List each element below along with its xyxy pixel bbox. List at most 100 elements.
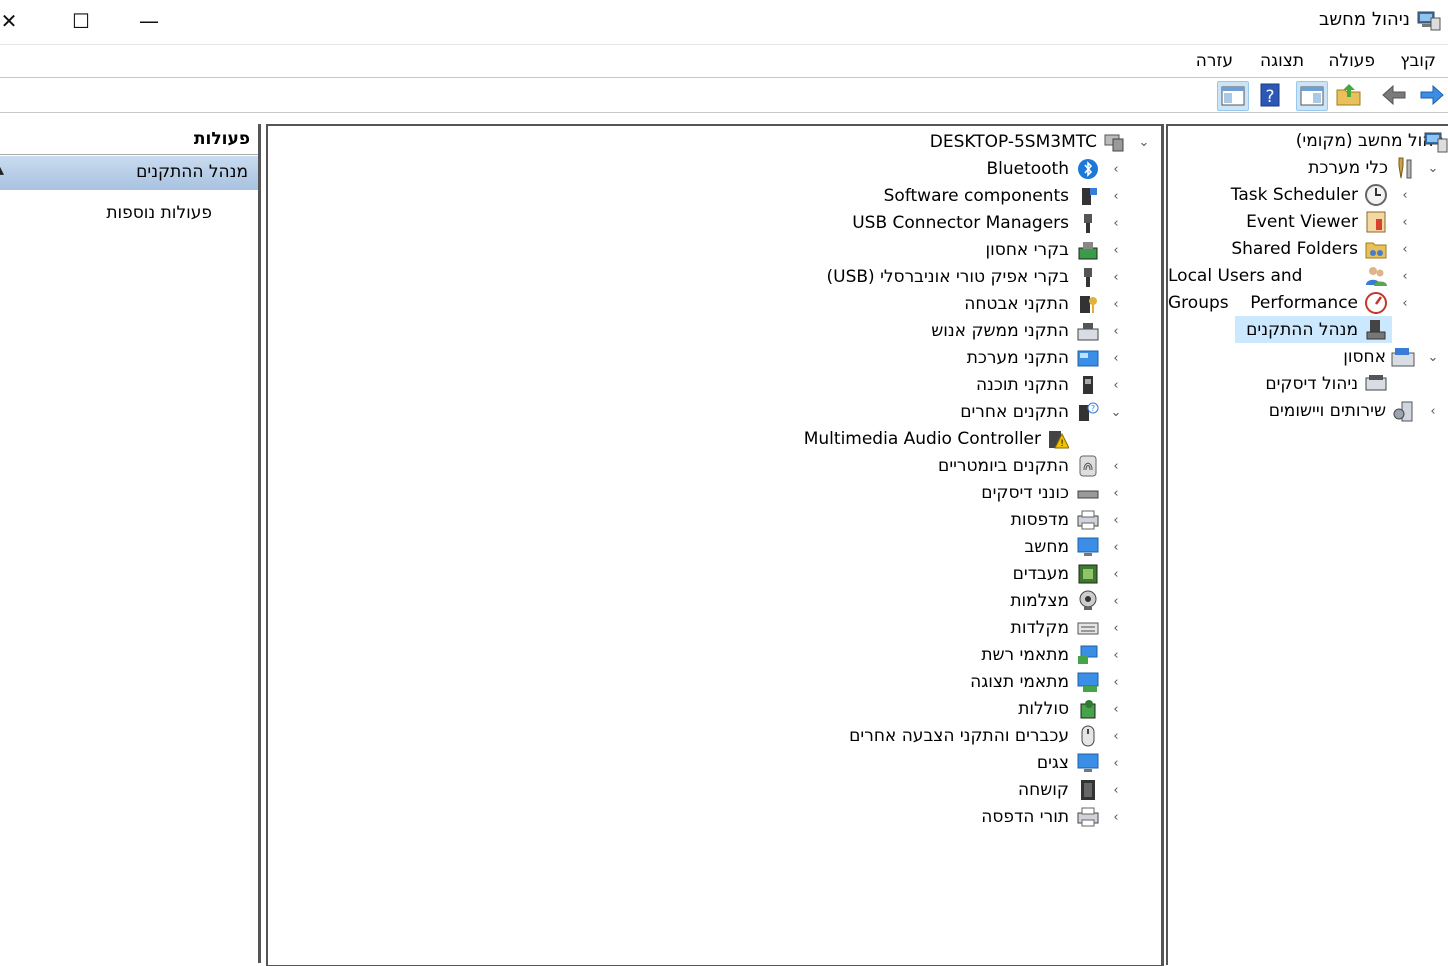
close-button[interactable]: ✕	[0, 0, 32, 44]
device-category-label[interactable]: USB Connector Managers	[852, 210, 1069, 237]
chevron-right-icon[interactable]: ‹	[1398, 182, 1412, 209]
show-hide-action-pane-icon[interactable]	[1217, 81, 1249, 111]
tree-shared-folders[interactable]: Shared Folders	[1231, 236, 1358, 263]
device-category-label[interactable]: בקרי אחסון	[986, 237, 1069, 264]
collapse-arrow-icon[interactable]: ▴	[0, 160, 4, 179]
chevron-right-icon[interactable]: ‹	[1398, 236, 1412, 263]
chevron-right-icon[interactable]: ‹	[1109, 237, 1123, 264]
chevron-right-icon[interactable]: ‹	[1109, 615, 1123, 642]
chevron-right-icon[interactable]: ‹	[1109, 669, 1123, 696]
chevron-right-icon[interactable]: ‹	[1109, 291, 1123, 318]
device-category-label[interactable]: מדפסות	[1011, 507, 1069, 534]
navigation-tree: ניהול מחשב (מקומי) ⌄ כלי מערכת ‹ Task Sc…	[1166, 124, 1448, 965]
tree-device-manager[interactable]: מנהל ההתקנים	[1246, 317, 1358, 344]
maximize-button[interactable]: ☐	[58, 0, 104, 44]
disk-management-icon	[1365, 375, 1387, 391]
device-category-label[interactable]: עכברים והתקני הצבעה אחרים	[849, 723, 1069, 750]
toolbar: ?	[0, 78, 1448, 113]
chevron-right-icon[interactable]: ‹	[1109, 642, 1123, 669]
device-category-label[interactable]: Bluetooth	[986, 156, 1069, 183]
chevron-down-icon[interactable]: ⌄	[1137, 129, 1151, 156]
tree-event-viewer[interactable]: Event Viewer	[1246, 209, 1358, 236]
show-hide-tree-icon[interactable]	[1296, 81, 1328, 111]
chevron-right-icon[interactable]: ‹	[1109, 210, 1123, 237]
tree-system-tools[interactable]: כלי מערכת	[1308, 155, 1388, 182]
device-category-label[interactable]: בקרי אפיק טורי אוניברסלי (USB)	[826, 264, 1069, 291]
forward-arrow-icon[interactable]	[1416, 81, 1446, 109]
print-queue-icon	[1077, 806, 1099, 828]
svg-text:!: !	[1060, 439, 1064, 449]
users-icon	[1366, 267, 1387, 286]
chevron-right-icon[interactable]: ‹	[1426, 398, 1440, 425]
chevron-right-icon[interactable]: ‹	[1109, 372, 1123, 399]
chevron-down-icon[interactable]: ⌄	[1109, 399, 1123, 426]
chevron-right-icon[interactable]: ‹	[1109, 480, 1123, 507]
chevron-right-icon[interactable]: ‹	[1109, 156, 1123, 183]
device-tree-root[interactable]: DESKTOP-5SM3MTC	[930, 129, 1097, 156]
chevron-down-icon[interactable]: ⌄	[1426, 344, 1440, 371]
firmware-icon	[1077, 779, 1099, 801]
menu-help[interactable]: עזרה	[1196, 51, 1233, 71]
device-category-label[interactable]: מתאמי תצוגה	[970, 669, 1069, 696]
device-category-label[interactable]: צגים	[1037, 750, 1069, 777]
chevron-right-icon[interactable]: ‹	[1109, 453, 1123, 480]
device-category-label[interactable]: התקני ממשק אנוש	[931, 318, 1069, 345]
back-arrow-icon[interactable]	[1380, 81, 1410, 109]
device-category-label[interactable]: סוללות	[1018, 696, 1069, 723]
tree-task-scheduler[interactable]: Task Scheduler	[1231, 182, 1358, 209]
tree-storage[interactable]: אחסון	[1343, 344, 1386, 371]
menu-view[interactable]: תצוגה	[1260, 51, 1304, 71]
chevron-right-icon[interactable]: ‹	[1109, 723, 1123, 750]
usb-connector-icon	[1077, 212, 1099, 234]
bluetooth-icon	[1077, 158, 1099, 180]
device-category-label[interactable]: תורי הדפסה	[981, 804, 1069, 831]
help-icon[interactable]: ?	[1255, 81, 1285, 109]
device-category-label[interactable]: כונני דיסקים	[981, 480, 1069, 507]
tree-disk-management[interactable]: ניהול דיסקים	[1265, 371, 1358, 398]
device-category-label[interactable]: התקנים ביומטריים	[938, 453, 1069, 480]
tree-services[interactable]: שירותים ויישומים	[1269, 398, 1386, 425]
menu-bar: קובץ פעולה תצוגה עזרה	[0, 45, 1448, 78]
storage-controller-icon	[1077, 239, 1099, 261]
tree-performance[interactable]: Performance	[1250, 290, 1358, 317]
actions-section-device-manager[interactable]: מנהל ההתקנים ▴	[0, 156, 258, 190]
minimize-button[interactable]: —	[126, 0, 172, 44]
storage-icon	[1391, 348, 1415, 367]
device-category-label[interactable]: התקני אבטחה	[964, 291, 1069, 318]
monitor-icon	[1077, 752, 1099, 774]
chevron-down-icon[interactable]: ⌄	[1426, 155, 1440, 182]
device-category-label[interactable]: התקני תוכנה	[976, 372, 1069, 399]
tree-root[interactable]: ניהול מחשב (מקומי)	[1296, 128, 1444, 155]
chevron-right-icon[interactable]: ‹	[1109, 696, 1123, 723]
chevron-right-icon[interactable]: ‹	[1109, 264, 1123, 291]
chevron-right-icon[interactable]: ‹	[1109, 777, 1123, 804]
chevron-right-icon[interactable]: ‹	[1109, 507, 1123, 534]
device-category-label[interactable]: התקני מערכת	[967, 345, 1069, 372]
device-category-label[interactable]: מקלדות	[1011, 615, 1069, 642]
device-category-label[interactable]: Software components	[884, 183, 1069, 210]
chevron-right-icon[interactable]: ‹	[1109, 750, 1123, 777]
device-category-label[interactable]: מצלמות	[1010, 588, 1069, 615]
menu-action[interactable]: פעולה	[1328, 51, 1375, 71]
device-category-label[interactable]: קושחה	[1018, 777, 1069, 804]
chevron-right-icon[interactable]: ‹	[1109, 534, 1123, 561]
chevron-right-icon[interactable]: ‹	[1109, 345, 1123, 372]
device-category-label[interactable]: מעבדים	[1013, 561, 1069, 588]
chevron-right-icon[interactable]: ‹	[1398, 209, 1412, 236]
chevron-right-icon[interactable]: ‹	[1398, 290, 1412, 317]
chevron-right-icon[interactable]: ‹	[1109, 183, 1123, 210]
device-category-label[interactable]: מתאמי רשת	[981, 642, 1069, 669]
chevron-right-icon[interactable]: ‹	[1398, 263, 1412, 290]
more-actions-link[interactable]: פעולות נוספות	[106, 203, 212, 223]
chevron-right-icon[interactable]: ‹	[1109, 561, 1123, 588]
tree-root-label: ניהול מחשב (מקומי)	[1295, 131, 1444, 151]
chevron-right-icon[interactable]: ‹	[1109, 804, 1123, 831]
menu-file[interactable]: קובץ	[1400, 51, 1436, 71]
tools-icon	[1398, 157, 1412, 179]
chevron-right-icon[interactable]: ‹	[1109, 588, 1123, 615]
chevron-right-icon[interactable]: ‹	[1109, 318, 1123, 345]
device-category-label[interactable]: התקנים אחרים	[960, 399, 1069, 426]
up-folder-icon[interactable]	[1334, 81, 1364, 109]
device-category-label[interactable]: Multimedia Audio Controller	[804, 426, 1041, 453]
device-category-label[interactable]: מחשב	[1024, 534, 1069, 561]
